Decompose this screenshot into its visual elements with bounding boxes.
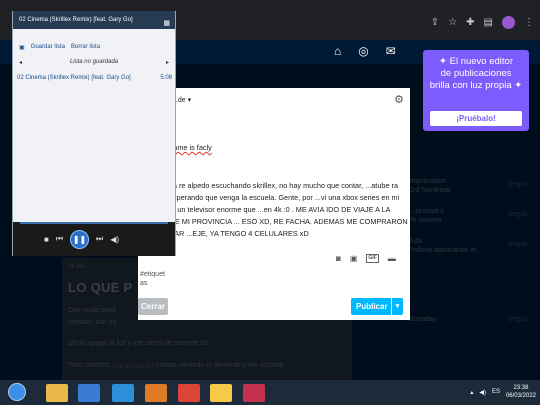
transport-buttons: ■ ⏮ ❚❚ ⏭ ◀) [20,229,168,249]
chevron-down-icon[interactable]: ▾ [391,298,403,315]
gif-icon[interactable]: GIF [366,254,379,263]
tray-arrow-icon[interactable]: ▴ [470,389,473,396]
clock[interactable]: 23:38 06/03/2022 [506,384,536,400]
sidebar-icon[interactable]: ▤ [484,17,493,28]
volume-icon[interactable]: ◀) [110,235,119,244]
browser-icon[interactable] [112,384,134,402]
pause-button[interactable]: ❚❚ [70,229,90,249]
browser-toolbar-icons: ⇪ ☆ ✚ ▤ ⋮ [431,16,534,29]
share-icon[interactable]: ⇪ [431,17,439,28]
media-player-icon[interactable] [145,384,167,402]
try-it-button[interactable]: ¡Pruébalo! [430,111,522,126]
camera-icon[interactable]: ◙ [336,254,341,263]
previous-icon[interactable]: ⏮ [56,234,63,244]
tags-input[interactable]: #etiquet as [140,270,165,288]
post-body[interactable]: ...nte, ahora re alpedo escuchando skril… [138,180,408,240]
tumblr-nav: ⌂ ◎ ✉ [334,44,396,58]
bookmark-star-icon[interactable]: ☆ [448,17,457,28]
file-explorer-icon[interactable] [46,384,68,402]
extensions-icon[interactable]: ✚ [466,17,474,28]
volume-icon[interactable]: ◀) [479,389,486,396]
save-icon: ▣ [19,44,25,51]
inbox-icon[interactable]: ✉ [386,44,396,58]
clear-list-button[interactable]: Borrar lista [71,44,100,50]
promo-text: ✦ El nuevo editor de publicaciones brill… [429,56,523,91]
app-icon[interactable] [210,384,232,402]
start-button[interactable] [8,383,26,401]
system-tray: ▴ ◀) ES 23:38 06/03/2022 [470,384,536,400]
now-playing-title: 02 Cinema (Skrillex Remix) [feat. Gary G… [13,11,175,29]
sparkle-icon: ✦ [439,56,450,67]
editor-promo-card: ✦ El nuevo editor de publicaciones brill… [423,50,529,131]
publish-button[interactable]: Publicar ▾ [351,298,403,315]
stop-icon[interactable]: ■ [44,235,49,244]
playlist-toolbar: ▣ Guardar lista Borrar lista [13,41,175,53]
close-button[interactable]: Cerrar [138,298,168,315]
image-icon[interactable]: ▣ [350,254,358,263]
more-blocks-icon[interactable]: ▬ [388,254,396,263]
language-indicator[interactable]: ES [492,389,500,395]
seek-bar[interactable] [20,222,168,224]
kebab-menu-icon[interactable]: ⋮ [524,17,534,28]
next-icon[interactable]: ⏭ [96,234,103,244]
edge-icon[interactable] [78,384,100,402]
home-icon[interactable]: ⌂ [334,44,341,58]
editor-tools: ◙ ▣ GIF ▬ [336,254,396,263]
playlist-status: ◂ Lista no guardada ▸ [19,59,169,66]
arrow-right-icon[interactable]: ▸ [166,59,169,66]
sparkle-icon: ✦ [511,80,523,91]
save-list-button[interactable]: Guardar lista [31,44,65,50]
gear-icon[interactable]: ⚙ [394,93,404,106]
arrow-left-icon[interactable]: ◂ [19,59,22,66]
explore-icon[interactable]: ◎ [358,44,368,58]
playlist-track[interactable]: 02 Cinema (Skrillex Remix) [feat. Gary G… [17,75,172,81]
app-icon[interactable] [243,384,265,402]
avatar[interactable] [502,16,515,29]
view-switch-icon[interactable]: ▦ [163,15,170,33]
chrome-icon[interactable] [178,384,200,402]
